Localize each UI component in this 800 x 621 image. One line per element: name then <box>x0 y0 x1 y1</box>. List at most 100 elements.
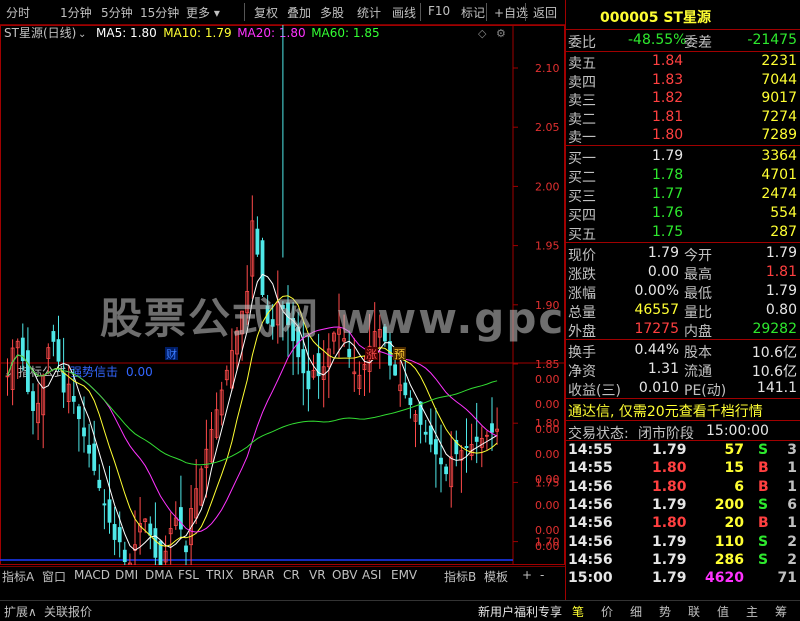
tick-volume: 15 <box>724 460 744 477</box>
level-price: 1.75 <box>652 224 684 240</box>
tab-6[interactable]: TRIX <box>206 568 233 582</box>
stat-row: 涨跌 0.00 最高 1.81 <box>566 263 800 283</box>
status-left-0[interactable]: 扩展∧ <box>4 603 37 620</box>
level-volume: 287 <box>770 224 797 240</box>
toolbar-item-0[interactable]: 分时 <box>6 4 30 21</box>
toolbar-item-2[interactable]: 5分钟 <box>101 4 133 21</box>
toolbar-item-12[interactable]: +自选 <box>494 4 528 21</box>
quote-tab-3[interactable]: 势 <box>659 603 671 620</box>
tab-1[interactable]: 窗口 <box>42 568 66 585</box>
ask-level-2[interactable]: 卖三 1.82 9017 <box>566 89 800 109</box>
ask-level-0[interactable]: 卖五 1.84 2231 <box>566 52 800 72</box>
tab-5[interactable]: FSL <box>178 568 199 582</box>
stat-value: 0.010 <box>638 380 679 396</box>
stat-value: 10.6亿 <box>751 345 797 361</box>
candle-body <box>255 228 260 255</box>
stat-value: 141.1 <box>756 380 797 396</box>
level-price: 1.84 <box>652 53 684 69</box>
level-volume: 9017 <box>761 90 797 106</box>
bid-level-4[interactable]: 买五 1.75 287 <box>566 223 800 243</box>
tab-4[interactable]: DMA <box>145 568 173 582</box>
candle-body <box>444 466 449 475</box>
stat-value: 1.79 <box>647 245 679 261</box>
toolbar-item-3[interactable]: 15分钟 <box>140 4 179 21</box>
ask-level-1[interactable]: 卖四 1.83 7044 <box>566 71 800 91</box>
tick-row: 15:00 1.79 4620 71 <box>566 569 800 589</box>
toolbar-item-10[interactable]: F10 <box>428 4 450 18</box>
level-price: 1.76 <box>652 205 684 221</box>
stat-label: 收益(三) <box>568 383 621 399</box>
tick-count: 1 <box>787 460 797 477</box>
tab-15[interactable]: + <box>522 568 532 582</box>
toolbar-item-1[interactable]: 1分钟 <box>60 4 92 21</box>
toolbar-item-13[interactable]: 返回 <box>533 4 557 21</box>
quote-tab-6[interactable]: 主 <box>746 603 758 620</box>
tick-count: 6 <box>787 496 797 513</box>
stat-label: 今开 <box>684 248 712 264</box>
quote-tab-5[interactable]: 值 <box>717 603 729 620</box>
status-left-1[interactable]: 关联报价 <box>44 603 92 620</box>
toolbar-item-8[interactable]: 统计 <box>357 4 381 21</box>
ma-label-3: MA60: 1.85 <box>311 26 379 40</box>
status-bar: 扩展∧ 关联报价 新用户福利专享笔价细势联值主筹 <box>0 600 800 621</box>
quote-tab-2[interactable]: 细 <box>630 603 642 620</box>
tab-3[interactable]: DMI <box>115 568 138 582</box>
quote-tab-0[interactable]: 笔 <box>572 603 584 620</box>
quote-tab-7[interactable]: 筹 <box>775 603 787 620</box>
toolbar-item-6[interactable]: 叠加 <box>287 4 311 21</box>
bid-level-0[interactable]: 买一 1.79 3364 <box>566 147 800 167</box>
chevron-down-icon[interactable]: ⌄ <box>78 29 86 40</box>
tick-side: B <box>758 478 769 495</box>
indicator-value: 0.00 <box>126 365 153 379</box>
stat-label: 内盘 <box>684 324 712 340</box>
indicator-tick-label: 0.00 <box>535 499 560 512</box>
tick-volume: 110 <box>714 533 744 550</box>
level-price: 1.80 <box>652 127 684 143</box>
toolbar-item-9[interactable]: 画线 <box>392 4 416 21</box>
tab-16[interactable]: - <box>540 568 544 582</box>
level-label: 买五 <box>568 227 596 243</box>
candle-body <box>25 350 30 392</box>
gear-icon[interactable]: ⚙ <box>496 27 506 40</box>
toolbar-separator <box>244 3 245 21</box>
welfare-notice[interactable]: 新用户福利专享 <box>478 603 562 620</box>
bid-level-2[interactable]: 买三 1.77 2474 <box>566 185 800 205</box>
tick-side: S <box>758 551 769 568</box>
tab-12[interactable]: EMV <box>391 568 417 582</box>
ma-label-1: MA10: 1.79 <box>163 26 231 40</box>
toolbar-item-4[interactable]: 更多 ▾ <box>186 4 220 21</box>
stat-row: 换手 0.44% 股本 10.6亿 <box>566 341 800 361</box>
quote-tab-1[interactable]: 价 <box>601 603 613 620</box>
diamond-icon[interactable]: ◇ <box>478 27 487 40</box>
tab-0[interactable]: 指标A <box>2 568 34 585</box>
toolbar-item-5[interactable]: 复权 <box>254 4 278 21</box>
tab-9[interactable]: VR <box>309 568 326 582</box>
ask-level-4[interactable]: 卖一 1.80 7289 <box>566 126 800 146</box>
tab-14[interactable]: 模板 <box>484 568 508 585</box>
toolbar-separator <box>486 3 487 21</box>
candle-body <box>82 427 86 437</box>
tick-price: 1.79 <box>652 533 687 550</box>
bid-level-3[interactable]: 买四 1.76 554 <box>566 204 800 224</box>
tick-time: 14:56 <box>568 533 613 550</box>
event-marker-label: 财 <box>166 347 177 361</box>
tab-8[interactable]: CR <box>283 568 300 582</box>
quote-tab-4[interactable]: 联 <box>688 603 700 620</box>
tab-7[interactable]: BRAR <box>242 568 275 582</box>
level-label: 买四 <box>568 208 596 224</box>
tab-2[interactable]: MACD <box>74 568 110 582</box>
stat-label: 涨跌 <box>568 267 596 283</box>
toolbar-item-7[interactable]: 多股 <box>320 4 344 21</box>
tick-side: S <box>758 533 769 550</box>
stat-label: 净资 <box>568 364 596 380</box>
level-price: 1.78 <box>652 167 684 183</box>
level-price: 1.77 <box>652 186 684 202</box>
ad-banner[interactable]: 通达信, 仅需20元查看千档行情 <box>568 401 763 421</box>
toolbar-item-11[interactable]: 标记 <box>461 4 485 21</box>
tab-11[interactable]: ASI <box>362 568 381 582</box>
ask-level-3[interactable]: 卖二 1.81 7274 <box>566 108 800 128</box>
tab-13[interactable]: 指标B <box>444 568 476 585</box>
bid-level-1[interactable]: 买二 1.78 4701 <box>566 166 800 186</box>
tab-10[interactable]: OBV <box>332 568 358 582</box>
stat-value: 46557 <box>634 302 679 318</box>
